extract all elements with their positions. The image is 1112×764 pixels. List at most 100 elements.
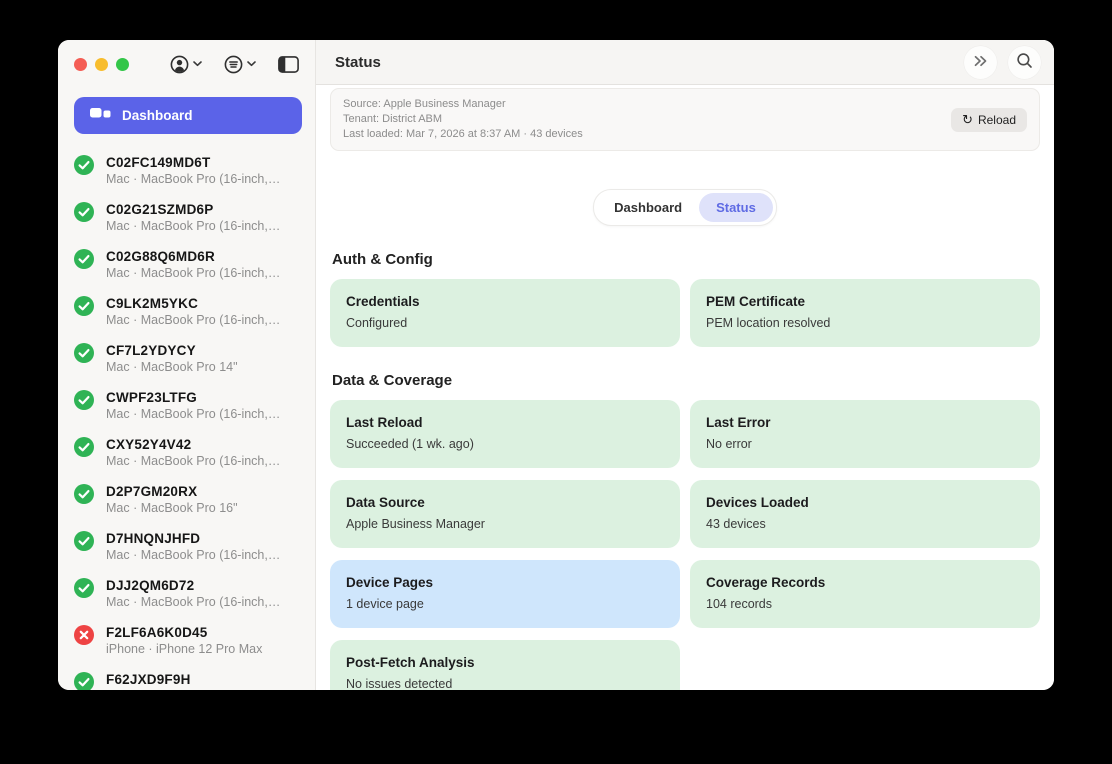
- device-detail: Mac · MacBook Pro (16-inch,…: [106, 594, 280, 610]
- status-card[interactable]: Devices Loaded 43 devices: [690, 480, 1040, 548]
- status-card[interactable]: Credentials Configured: [330, 279, 680, 347]
- device-serial: D2P7GM20RX: [106, 483, 238, 500]
- device-serial: C02G88Q6MD6R: [106, 248, 280, 265]
- info-last-loaded: Last loaded: Mar 7, 2026 at 8:37 AM · 43…: [343, 127, 583, 142]
- status-ok-icon: [74, 303, 94, 320]
- reload-button[interactable]: ↻ Reload: [951, 108, 1027, 132]
- reload-label: Reload: [978, 113, 1016, 127]
- status-card-title: Credentials: [346, 294, 664, 309]
- device-serial: F2LF6A6K0D45: [106, 624, 262, 641]
- status-card-value: 104 records: [706, 597, 1024, 611]
- status-card[interactable]: Last Reload Succeeded (1 wk. ago): [330, 400, 680, 468]
- sidebar-toolbar: [58, 40, 315, 88]
- status-card[interactable]: Device Pages 1 device page: [330, 560, 680, 628]
- status-error-icon: [74, 632, 94, 649]
- status-card-title: PEM Certificate: [706, 294, 1024, 309]
- device-serial: C9LK2M5YKC: [106, 295, 280, 312]
- status-card[interactable]: PEM Certificate PEM location resolved: [690, 279, 1040, 347]
- status-card-value: PEM location resolved: [706, 316, 1024, 330]
- info-source: Source: Apple Business Manager: [343, 97, 583, 112]
- zoom-window-button[interactable]: [116, 58, 129, 71]
- device-detail: Mac · MacBook Pro 16": [106, 500, 238, 516]
- device-serial: DJJ2QM6D72: [106, 577, 280, 594]
- status-ok-icon: [74, 585, 94, 602]
- minimize-window-button[interactable]: [95, 58, 108, 71]
- status-card[interactable]: Data Source Apple Business Manager: [330, 480, 680, 548]
- status-section: Auth & Config Credentials Configured PEM…: [330, 251, 1040, 347]
- device-list-item[interactable]: C02G88Q6MD6R Mac · MacBook Pro (16-inch,…: [58, 241, 315, 288]
- device-serial: C02FC149MD6T: [106, 154, 280, 171]
- main-panel: Status: [316, 40, 1054, 690]
- status-ok-icon: [74, 491, 94, 508]
- device-list-item[interactable]: D7HNQNJHFD Mac · MacBook Pro (16-inch,…: [58, 523, 315, 570]
- device-list-item[interactable]: CF7L2YDYCY Mac · MacBook Pro 14": [58, 335, 315, 382]
- status-card[interactable]: Last Error No error: [690, 400, 1040, 468]
- chevron-down-icon: [247, 61, 256, 67]
- dashboard-label: Dashboard: [122, 108, 193, 123]
- status-ok-icon: [74, 444, 94, 461]
- device-list-item[interactable]: F62JXD9F9H: [58, 664, 315, 690]
- toggle-sidebar-button[interactable]: [278, 56, 299, 73]
- device-list-item[interactable]: C02FC149MD6T Mac · MacBook Pro (16-inch,…: [58, 147, 315, 194]
- device-list-item[interactable]: D2P7GM20RX Mac · MacBook Pro 16": [58, 476, 315, 523]
- search-button[interactable]: [1008, 46, 1041, 79]
- status-card-title: Last Reload: [346, 415, 664, 430]
- device-detail: Mac · MacBook Pro (16-inch,…: [106, 218, 280, 234]
- status-card-value: Succeeded (1 wk. ago): [346, 437, 664, 451]
- status-card-title: Post-Fetch Analysis: [346, 655, 664, 670]
- device-serial: C02G21SZMD6P: [106, 201, 280, 218]
- device-detail: Mac · MacBook Pro 14": [106, 359, 238, 375]
- device-detail: Mac · MacBook Pro (16-inch,…: [106, 265, 280, 281]
- tab-dashboard[interactable]: Dashboard: [597, 193, 699, 222]
- source-info-card: Source: Apple Business Manager Tenant: D…: [330, 88, 1040, 151]
- sidebar-item-dashboard[interactable]: Dashboard: [74, 97, 302, 134]
- device-list-item[interactable]: DJJ2QM6D72 Mac · MacBook Pro (16-inch,…: [58, 570, 315, 617]
- status-card-title: Devices Loaded: [706, 495, 1024, 510]
- card-grid: Credentials Configured PEM Certificate P…: [330, 279, 1040, 347]
- device-detail: Mac · MacBook Pro (16-inch,…: [106, 171, 280, 187]
- device-serial: CF7L2YDYCY: [106, 342, 238, 359]
- device-list: C02FC149MD6T Mac · MacBook Pro (16-inch,…: [58, 144, 315, 690]
- status-ok-icon: [74, 397, 94, 414]
- close-window-button[interactable]: [74, 58, 87, 71]
- device-list-item[interactable]: C02G21SZMD6P Mac · MacBook Pro (16-inch,…: [58, 194, 315, 241]
- status-ok-icon: [74, 256, 94, 273]
- tab-status[interactable]: Status: [699, 193, 773, 222]
- status-card-value: No issues detected: [346, 677, 664, 690]
- device-list-item[interactable]: CWPF23LTFG Mac · MacBook Pro (16-inch,…: [58, 382, 315, 429]
- device-serial: CXY52Y4V42: [106, 436, 280, 453]
- view-switcher: Dashboard Status: [330, 189, 1040, 226]
- device-list-item[interactable]: C9LK2M5YKC Mac · MacBook Pro (16-inch,…: [58, 288, 315, 335]
- expand-panel-button[interactable]: [964, 46, 997, 79]
- sidebar: Dashboard C02FC149MD6T Mac · MacBook Pro…: [58, 40, 316, 690]
- status-card[interactable]: Coverage Records 104 records: [690, 560, 1040, 628]
- main-header: Status: [316, 40, 1054, 85]
- status-card-value: Configured: [346, 316, 664, 330]
- double-chevron-right-icon: [972, 53, 989, 72]
- status-card-title: Device Pages: [346, 575, 664, 590]
- status-card[interactable]: Post-Fetch Analysis No issues detected: [330, 640, 680, 690]
- status-ok-icon: [74, 350, 94, 367]
- info-strip: Source: Apple Business Manager Tenant: D…: [316, 85, 1054, 159]
- person-icon: [170, 55, 189, 74]
- section-title: Auth & Config: [332, 251, 1038, 268]
- account-menu-button[interactable]: [170, 55, 202, 74]
- search-icon: [1016, 52, 1033, 72]
- device-detail: Mac · MacBook Pro (16-inch,…: [106, 547, 280, 563]
- device-list-item[interactable]: F2LF6A6K0D45 iPhone · iPhone 12 Pro Max: [58, 617, 315, 664]
- device-list-item[interactable]: CXY52Y4V42 Mac · MacBook Pro (16-inch,…: [58, 429, 315, 476]
- status-card-title: Data Source: [346, 495, 664, 510]
- chevron-down-icon: [193, 61, 202, 67]
- status-sections: Auth & Config Credentials Configured PEM…: [330, 251, 1040, 690]
- card-grid: Last Reload Succeeded (1 wk. ago) Last E…: [330, 400, 1040, 690]
- status-section: Data & Coverage Last Reload Succeeded (1…: [330, 372, 1040, 690]
- dashboard-icon: [90, 107, 111, 124]
- device-detail: Mac · MacBook Pro (16-inch,…: [106, 406, 280, 422]
- status-card-value: 1 device page: [346, 597, 664, 611]
- filter-menu-button[interactable]: [224, 55, 256, 74]
- info-tenant: Tenant: District ABM: [343, 112, 583, 127]
- status-ok-icon: [74, 679, 94, 690]
- status-ok-icon: [74, 162, 94, 179]
- section-title: Data & Coverage: [332, 372, 1038, 389]
- device-serial: D7HNQNJHFD: [106, 530, 280, 547]
